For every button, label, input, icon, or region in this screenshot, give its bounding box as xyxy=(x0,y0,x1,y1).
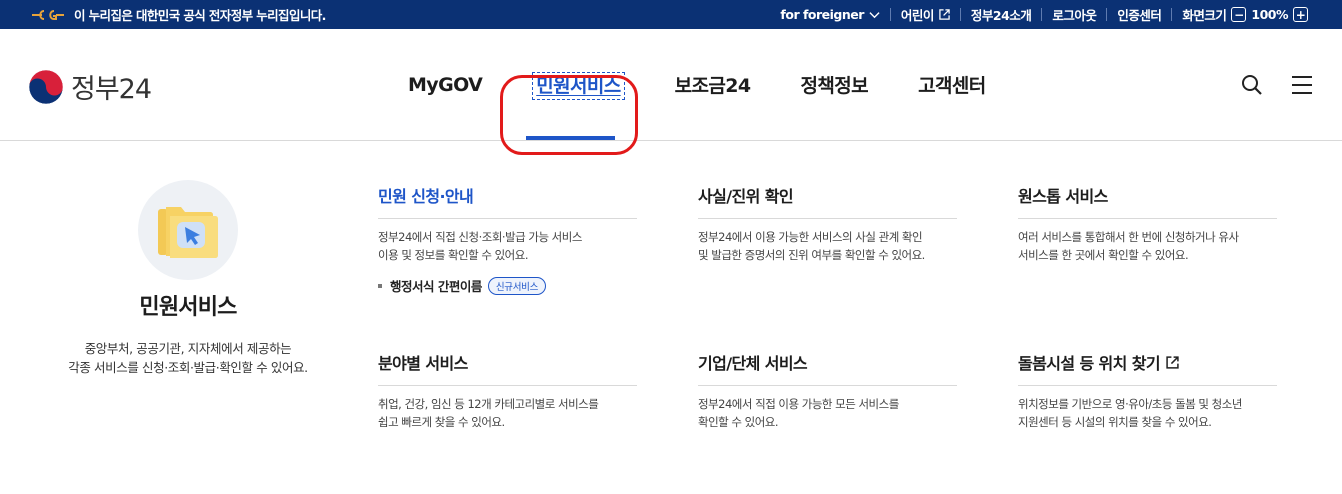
divider xyxy=(959,8,961,21)
menu-link-onestop[interactable]: 원스톱 서비스 xyxy=(1018,183,1277,219)
desc-line: 이용 및 정보를 확인할 수 있어요. xyxy=(378,248,528,262)
nav-customer-center[interactable]: 고객센터 xyxy=(918,71,986,98)
desc-line: 정부24에서 직접 신청·조회·발급 가능 서비스 xyxy=(378,230,582,244)
desc-line: 위치정보를 기반으로 영·유아/초등 돌봄 및 청소년 xyxy=(1018,397,1242,411)
logo-text: 정부24 xyxy=(71,74,152,105)
hamburger-menu-icon[interactable] xyxy=(1290,73,1314,97)
divider xyxy=(1171,8,1173,21)
logout-link[interactable]: 로그아웃 xyxy=(1052,5,1097,24)
desc-line: 쉽고 빠르게 찾을 수 있어요. xyxy=(378,415,505,429)
folder-cursor-icon xyxy=(138,180,238,280)
official-notice-text: 이 누리집은 대한민국 공식 전자정부 누리집입니다. xyxy=(74,8,326,23)
chevron-down-icon xyxy=(869,12,880,19)
menu-description: 위치정보를 기반으로 영·유아/초등 돌봄 및 청소년 지원센터 등 시설의 위… xyxy=(1018,395,1277,431)
intro-desc-line: 각종 서비스를 신청·조회·발급·확인할 수 있어요. xyxy=(68,360,308,375)
menu-description: 취업, 건강, 임신 등 12개 카테고리별로 서비스를 쉽고 빠르게 찾을 수… xyxy=(378,395,637,431)
kids-link[interactable]: 어린이 xyxy=(901,5,950,24)
menu-link-label: 돌봄시설 등 위치 찾기 xyxy=(1018,354,1161,373)
menu-description: 정부24에서 직접 신청·조회·발급 가능 서비스 이용 및 정보를 확인할 수… xyxy=(378,228,637,264)
search-icon[interactable] xyxy=(1240,73,1264,97)
mega-menu-intro: 민원서비스 중앙부처, 공공기관, 지자체에서 제공하는 각종 서비스를 신청·… xyxy=(38,179,338,377)
divider xyxy=(889,8,891,21)
menu-group-business: 기업/단체 서비스 정부24에서 직접 이용 가능한 모든 서비스를 확인할 수… xyxy=(698,350,957,431)
kids-label: 어린이 xyxy=(900,8,935,23)
desc-line: 여러 서비스를 통합해서 한 번에 신청하거나 유사 xyxy=(1018,230,1239,244)
sub-link-label: 행정서식 간편이름 xyxy=(390,279,482,294)
eg-government-mark-icon xyxy=(32,9,64,20)
menu-description: 정부24에서 이용 가능한 서비스의 사실 관계 확인 및 발급한 증명서의 진… xyxy=(698,228,957,264)
desc-line: 및 발급한 증명서의 진위 여부를 확인할 수 있어요. xyxy=(698,248,925,262)
menu-description: 여러 서비스를 통합해서 한 번에 신청하거나 유사 서비스를 한 곳에서 확인… xyxy=(1018,228,1277,264)
new-service-badge: 신규서비스 xyxy=(487,276,547,295)
external-link-icon xyxy=(1166,355,1179,369)
screen-size-label: 화면크기 xyxy=(1182,8,1227,23)
bullet-icon xyxy=(378,283,382,288)
utility-menu: for foreigner 어린이 정부24소개 로그아웃 인증센터 화면크기 … xyxy=(780,0,1308,29)
taegeuk-emblem-icon xyxy=(28,69,64,104)
nav-policy-info[interactable]: 정책정보 xyxy=(801,71,869,98)
menu-link-care-location[interactable]: 돌봄시설 등 위치 찾기 xyxy=(1018,350,1277,386)
official-notice: 이 누리집은 대한민국 공식 전자정부 누리집입니다. xyxy=(30,0,326,29)
external-link-icon xyxy=(939,9,950,20)
desc-line: 취업, 건강, 임신 등 12개 카테고리별로 서비스를 xyxy=(378,397,599,411)
site-header: 정부24 MyGOV 민원서비스 보조금24 정책정보 고객센터 xyxy=(0,29,1342,155)
menu-group-onestop: 원스톱 서비스 여러 서비스를 통합해서 한 번에 신청하거나 유사 서비스를 … xyxy=(1018,183,1277,264)
nav-mygov[interactable]: MyGOV xyxy=(408,74,483,96)
header-actions xyxy=(1240,73,1314,97)
mega-menu-title: 민원서비스 xyxy=(139,295,237,320)
sub-link-admin-forms[interactable]: 행정서식 간편이름 신규서비스 xyxy=(378,276,637,295)
foreigner-link[interactable]: for foreigner xyxy=(780,7,880,22)
about-link[interactable]: 정부24소개 xyxy=(971,5,1032,24)
desc-line: 서비스를 한 곳에서 확인할 수 있어요. xyxy=(1018,248,1189,262)
zoom-out-button[interactable]: − xyxy=(1231,7,1247,22)
nav-subsidy[interactable]: 보조금24 xyxy=(675,71,751,98)
desc-line: 지원센터 등 시설의 위치를 찾을 수 있어요. xyxy=(1018,415,1212,429)
menu-group-minwon-apply: 민원 신청·안내 정부24에서 직접 신청·조회·발급 가능 서비스 이용 및 … xyxy=(378,183,637,295)
minwon-mega-menu: 민원서비스 중앙부처, 공공기관, 지자체에서 제공하는 각종 서비스를 신청·… xyxy=(0,141,1342,494)
foreigner-label: for foreigner xyxy=(780,7,864,22)
mega-menu-description: 중앙부처, 공공기관, 지자체에서 제공하는 각종 서비스를 신청·조회·발급·… xyxy=(38,339,338,377)
cert-center-link[interactable]: 인증센터 xyxy=(1117,5,1162,24)
desc-line: 정부24에서 직접 이용 가능한 모든 서비스를 xyxy=(698,397,899,411)
menu-group-category: 분야별 서비스 취업, 건강, 임신 등 12개 카테고리별로 서비스를 쉽고 … xyxy=(378,350,637,431)
screen-zoom-control: 화면크기 − 100% + xyxy=(1182,5,1308,24)
site-logo[interactable]: 정부24 xyxy=(28,67,152,106)
desc-line: 정부24에서 이용 가능한 서비스의 사실 관계 확인 xyxy=(698,230,923,244)
divider xyxy=(1106,8,1108,21)
zoom-level: 100% xyxy=(1251,7,1288,22)
menu-link-business[interactable]: 기업/단체 서비스 xyxy=(698,350,957,386)
menu-link-minwon-apply[interactable]: 민원 신청·안내 xyxy=(378,183,637,219)
menu-link-fact-check[interactable]: 사실/진위 확인 xyxy=(698,183,957,219)
menu-group-care-location: 돌봄시설 등 위치 찾기 위치정보를 기반으로 영·유아/초등 돌봄 및 청소년… xyxy=(1018,350,1277,431)
divider xyxy=(1041,8,1043,21)
menu-group-fact-check: 사실/진위 확인 정부24에서 이용 가능한 서비스의 사실 관계 확인 및 발… xyxy=(698,183,957,264)
government-banner: 이 누리집은 대한민국 공식 전자정부 누리집입니다. for foreigne… xyxy=(0,0,1342,29)
active-nav-indicator xyxy=(526,136,615,140)
zoom-in-button[interactable]: + xyxy=(1293,7,1308,22)
intro-desc-line: 중앙부처, 공공기관, 지자체에서 제공하는 xyxy=(84,341,292,356)
menu-description: 정부24에서 직접 이용 가능한 모든 서비스를 확인할 수 있어요. xyxy=(698,395,957,431)
desc-line: 확인할 수 있어요. xyxy=(698,415,779,429)
menu-link-category[interactable]: 분야별 서비스 xyxy=(378,350,637,386)
global-navigation: MyGOV 민원서비스 보조금24 정책정보 고객센터 xyxy=(408,29,986,140)
